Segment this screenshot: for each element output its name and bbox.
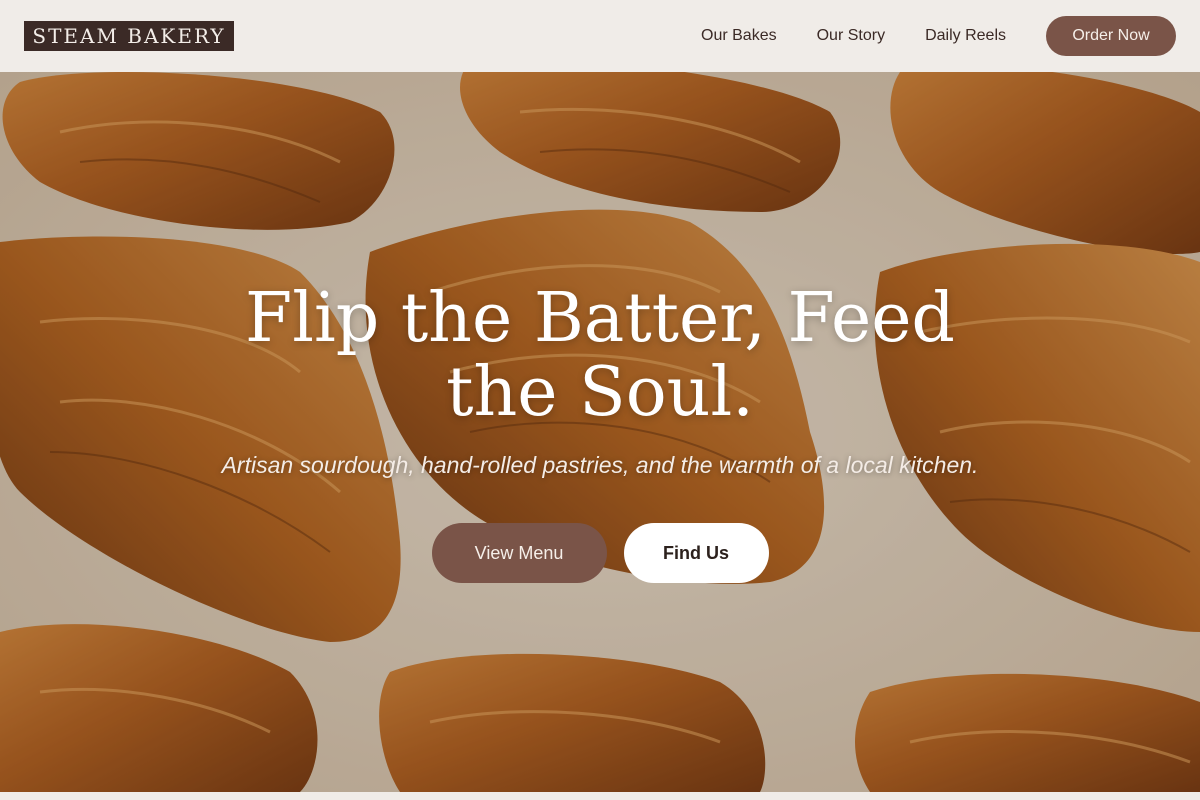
logo[interactable]: STEAM BAKERY	[24, 21, 234, 51]
hero-headline: Flip the Batter, Feed the Soul.	[245, 279, 955, 432]
hero-tagline: Artisan sourdough, hand-rolled pastries,…	[221, 452, 979, 478]
site-header: STEAM BAKERY Our Bakes Our Story Daily R…	[0, 0, 1200, 72]
order-now-button[interactable]: Order Now	[1046, 16, 1176, 56]
view-menu-button[interactable]: View Menu	[431, 523, 607, 583]
hero-cta-row: View Menu Find Us	[0, 523, 1200, 583]
main-nav: Our Bakes Our Story Daily Reels Order No…	[701, 16, 1176, 56]
nav-link-daily-reels[interactable]: Daily Reels	[925, 27, 1006, 45]
nav-link-our-bakes[interactable]: Our Bakes	[701, 27, 777, 45]
hero-content: Flip the Batter, Feed the Soul. Artisan …	[0, 282, 1200, 583]
page-bottom-strip	[0, 792, 1200, 800]
find-us-button[interactable]: Find Us	[623, 523, 769, 583]
nav-link-our-story[interactable]: Our Story	[817, 27, 885, 45]
hero-section: Flip the Batter, Feed the Soul. Artisan …	[0, 72, 1200, 792]
